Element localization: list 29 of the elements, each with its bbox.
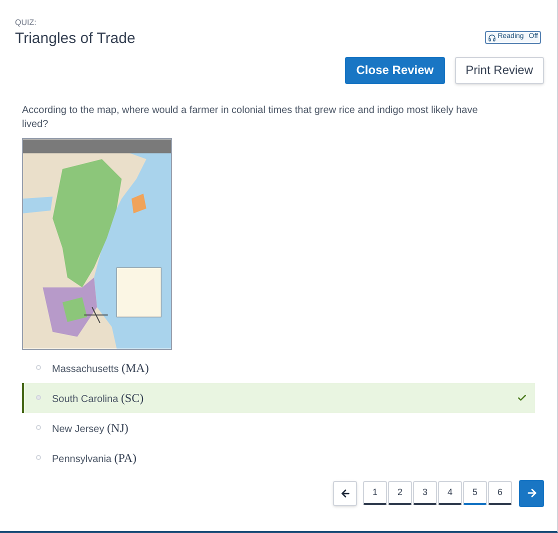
radio-button[interactable] [36, 365, 41, 370]
page-button[interactable]: 6 [488, 481, 512, 506]
previous-button[interactable] [333, 480, 357, 506]
arrow-right-icon [526, 487, 538, 500]
answer-option[interactable]: New Jersey (NJ) [22, 412, 535, 443]
quiz-title: Triangles of Trade [15, 30, 136, 49]
page-button[interactable]: 3 [413, 481, 437, 506]
page-button[interactable]: 1 [363, 481, 387, 506]
arrow-left-icon [340, 488, 350, 499]
quiz-label: QUIZ: [15, 19, 38, 27]
answer-option[interactable]: Pennsylvania (PA) [22, 442, 535, 473]
radio-button[interactable] [36, 425, 41, 430]
answer-option[interactable]: South Carolina (SC) [22, 382, 535, 413]
option-label: Massachusetts (MA) [52, 360, 149, 377]
option-label: South Carolina (SC) [52, 390, 144, 407]
check-icon [517, 392, 527, 403]
page-button[interactable]: 4 [438, 481, 462, 506]
page-button[interactable]: 5 [463, 481, 487, 506]
answer-option[interactable]: Massachusetts (MA) [22, 352, 535, 383]
option-label: New Jersey (NJ) [52, 420, 128, 437]
next-button[interactable] [519, 480, 544, 507]
print-review-button[interactable]: Print Review [454, 56, 544, 84]
close-review-button[interactable]: Close Review [345, 56, 445, 84]
radio-button[interactable] [36, 455, 41, 460]
question-text: According to the map, where would a farmer in colonial times that grew rice and indigo most likely have lived? [21, 104, 479, 132]
headphones-icon [488, 34, 496, 42]
page-button[interactable]: 2 [388, 481, 412, 506]
radio-button[interactable] [36, 395, 41, 400]
option-label: Pennsylvania (PA) [52, 450, 136, 467]
